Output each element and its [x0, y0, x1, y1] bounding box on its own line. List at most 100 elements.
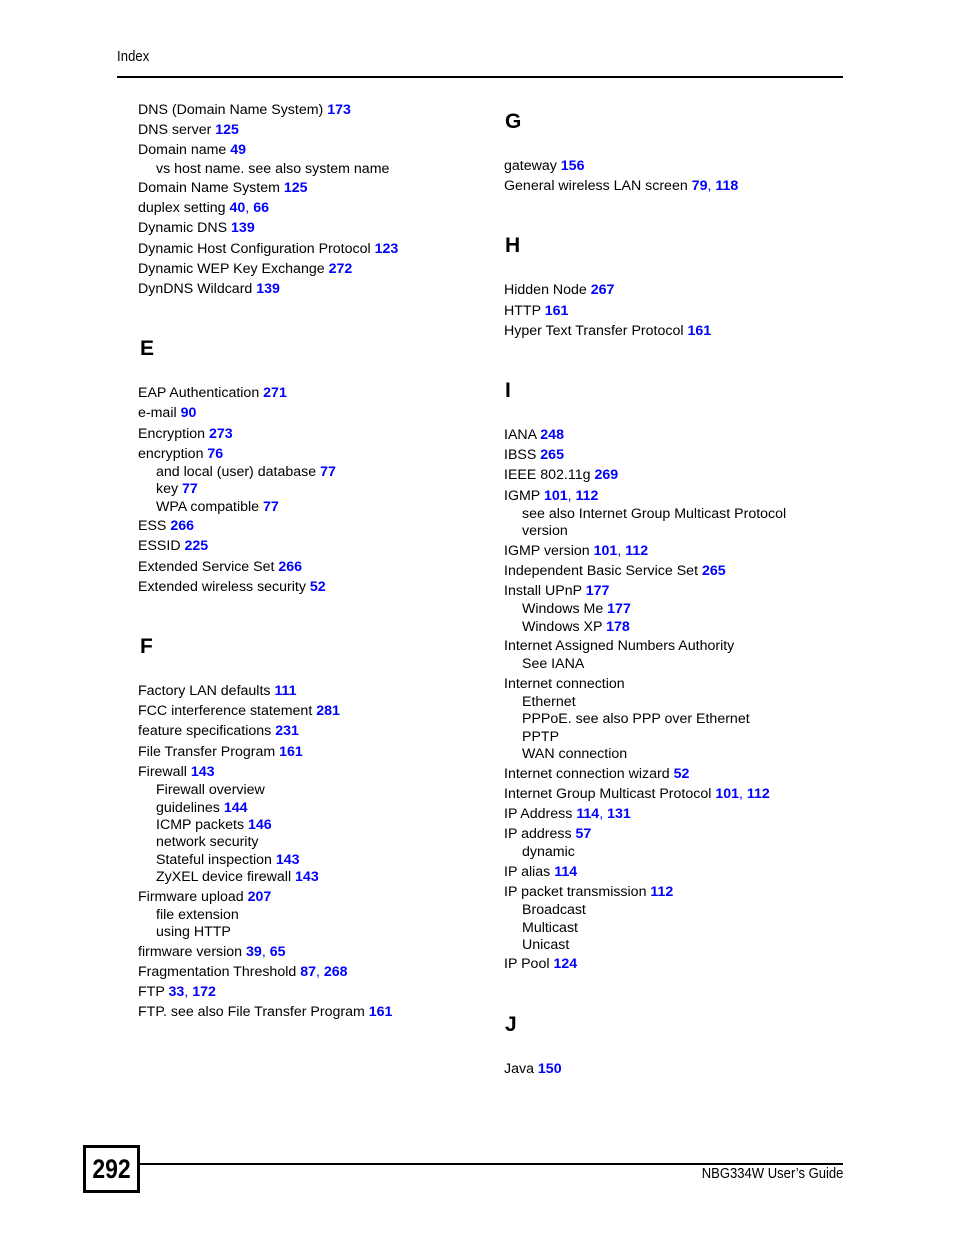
index-page-reference[interactable]: 79: [692, 178, 708, 194]
index-page-reference[interactable]: 271: [263, 385, 287, 401]
index-page-reference[interactable]: 77: [182, 481, 198, 497]
index-page-reference[interactable]: 177: [586, 583, 610, 599]
index-page-reference[interactable]: 112: [650, 884, 673, 900]
index-page-separator: ,: [245, 200, 250, 217]
index-page-reference[interactable]: 123: [375, 241, 399, 257]
index-page-reference[interactable]: 172: [192, 984, 216, 1000]
index-page-reference[interactable]: 146: [248, 817, 272, 833]
index-page-reference[interactable]: 52: [310, 579, 326, 595]
index-page-reference[interactable]: 125: [284, 180, 308, 196]
index-subentry: Ethernet: [504, 694, 849, 711]
index-page-reference[interactable]: 231: [275, 723, 299, 739]
index-entry-label: Windows XP: [522, 618, 603, 635]
index-section-letter: J: [505, 1012, 517, 1036]
index-page-reference[interactable]: 143: [276, 852, 300, 868]
index-page-reference[interactable]: 65: [270, 944, 286, 960]
index-entry-label: FTP. see also File Transfer Program: [138, 1004, 365, 1021]
index-page-reference[interactable]: 143: [191, 764, 215, 780]
index-entry-label: Domain name: [138, 142, 227, 159]
index-entry-label: WPA compatible: [156, 498, 260, 515]
index-page-reference[interactable]: 156: [561, 158, 585, 174]
index-page-reference[interactable]: 87: [300, 964, 316, 980]
index-entry-label: Dynamic WEP Key Exchange: [138, 260, 325, 277]
index-page-reference[interactable]: 57: [576, 826, 592, 842]
index-entry-label: Factory LAN defaults: [138, 683, 271, 700]
index-page-reference[interactable]: 272: [329, 261, 353, 277]
index-page-reference[interactable]: 269: [594, 467, 618, 483]
index-page-reference[interactable]: 143: [295, 869, 319, 885]
index-page-reference[interactable]: 161: [545, 303, 569, 319]
index-page-reference[interactable]: 144: [224, 800, 248, 816]
index-page-reference[interactable]: 114: [554, 864, 577, 880]
index-entry-label: Multicast: [522, 919, 578, 936]
index-subentry: Windows XP 178: [504, 619, 849, 636]
index-page-reference[interactable]: 39: [246, 944, 262, 960]
index-subentry: ZyXEL device firewall 143: [138, 869, 478, 886]
index-page-reference[interactable]: 267: [591, 282, 615, 298]
index-entry: Dynamic Host Configuration Protocol 123: [138, 239, 478, 259]
index-entry-label: Independent Basic Service Set: [504, 562, 699, 579]
index-page-reference[interactable]: 131: [607, 806, 631, 822]
index-page-reference[interactable]: 273: [209, 426, 233, 442]
index-page-reference[interactable]: 268: [324, 964, 348, 980]
index-entry-label: using HTTP: [156, 924, 231, 941]
index-section-letter: I: [505, 379, 511, 403]
index-page-reference[interactable]: 124: [553, 956, 577, 972]
index-subentry: version: [504, 523, 849, 540]
index-entry-label: ZyXEL device firewall: [156, 869, 292, 886]
index-page-reference[interactable]: 248: [540, 427, 564, 443]
index-page-reference[interactable]: 101: [594, 543, 618, 559]
index-page-reference[interactable]: 161: [279, 744, 303, 760]
index-page-reference[interactable]: 265: [540, 447, 564, 463]
index-page-reference[interactable]: 125: [215, 122, 239, 138]
index-page-reference[interactable]: 77: [263, 499, 279, 515]
index-page-reference[interactable]: 139: [256, 281, 280, 297]
index-page-reference[interactable]: 52: [674, 766, 690, 782]
index-subentry: WPA compatible 77: [138, 499, 478, 516]
index-entry: encryption 76: [138, 444, 478, 464]
index-subentry: see also Internet Group Multicast Protoc…: [504, 506, 849, 523]
index-page-reference[interactable]: 90: [181, 405, 197, 421]
index-page-reference[interactable]: 111: [274, 683, 296, 699]
index-page-reference[interactable]: 266: [278, 559, 302, 575]
index-page-reference[interactable]: 112: [625, 543, 648, 559]
index-page-reference[interactable]: 265: [702, 563, 726, 579]
index-page-reference[interactable]: 33: [169, 984, 185, 1000]
index-page-reference[interactable]: 101: [715, 786, 739, 802]
index-page-reference[interactable]: 118: [715, 178, 738, 194]
index-page-reference[interactable]: 225: [185, 538, 209, 554]
index-page-reference[interactable]: 114: [576, 806, 599, 822]
index-page-reference[interactable]: 266: [170, 518, 194, 534]
index-entry-label: Broadcast: [522, 902, 586, 919]
index-page-separator: ,: [261, 943, 266, 960]
index-page-reference[interactable]: 76: [207, 446, 223, 462]
index-page-reference[interactable]: 207: [248, 889, 272, 905]
index-page-reference[interactable]: 112: [747, 786, 770, 802]
index-entry: gateway 156: [504, 156, 849, 176]
index-page-reference[interactable]: 139: [231, 220, 255, 236]
index-page-reference[interactable]: 49: [230, 142, 246, 158]
index-page-reference[interactable]: 150: [538, 1061, 562, 1077]
index-page-reference[interactable]: 40: [230, 200, 246, 216]
index-section-letter: G: [505, 110, 522, 133]
index-entry-label: key: [156, 481, 179, 498]
index-page-reference[interactable]: 112: [576, 488, 599, 504]
index-entry-label: Firewall: [138, 763, 187, 780]
page-header: Index: [117, 48, 843, 78]
index-page-reference[interactable]: 177: [607, 601, 631, 617]
index-page-reference[interactable]: 178: [606, 619, 630, 635]
index-entry: Internet connection wizard 52: [504, 764, 849, 784]
index-page-reference[interactable]: 101: [544, 488, 568, 504]
index-page-reference[interactable]: 161: [369, 1004, 393, 1020]
index-page-reference[interactable]: 281: [316, 703, 340, 719]
index-page-reference[interactable]: 173: [327, 102, 351, 118]
index-page-reference[interactable]: 66: [253, 200, 269, 216]
index-entry: Dynamic DNS 139: [138, 218, 478, 238]
index-page-reference[interactable]: 77: [320, 464, 336, 480]
index-entry-label: Firewall overview: [156, 782, 265, 799]
index-subentry: PPTP: [504, 729, 849, 746]
index-page-reference[interactable]: 161: [687, 323, 711, 339]
index-entry-label: firmware version: [138, 943, 243, 960]
